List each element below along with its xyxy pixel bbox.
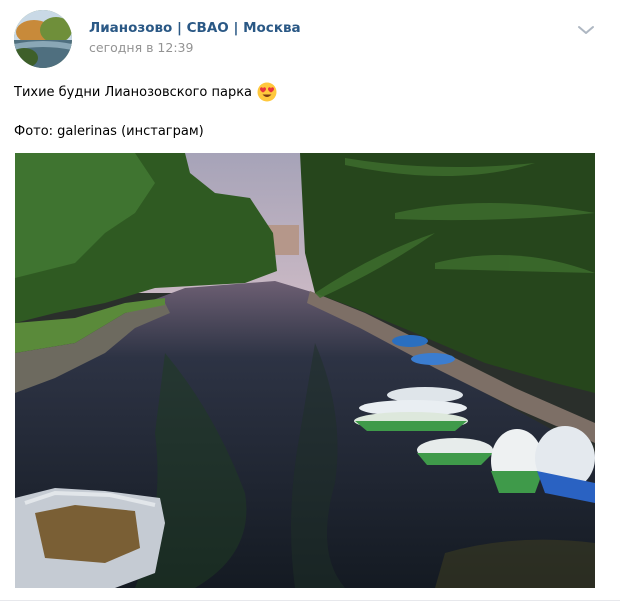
post-photo[interactable]	[15, 153, 595, 588]
author-name[interactable]: Лианозово | СВАО | Москва	[89, 20, 301, 36]
wall-post: Лианозово | СВАО | Москва сегодня в 12:3…	[0, 0, 620, 606]
avatar[interactable]	[14, 10, 72, 68]
heart-eyes-emoji-icon	[257, 82, 277, 102]
park-pond-image	[15, 153, 595, 588]
post-menu-button[interactable]	[574, 20, 598, 40]
post-text: Тихие будни Лианозовского парка	[14, 84, 253, 100]
avatar-image	[14, 10, 72, 68]
post-text-line1: Тихие будни Лианозовского парка	[14, 82, 277, 102]
post-photo-credit: Фото: galerinas (инстаграм)	[14, 124, 204, 139]
post-time[interactable]: сегодня в 12:39	[89, 40, 193, 55]
post-divider	[0, 600, 620, 601]
chevron-down-icon	[578, 26, 594, 34]
